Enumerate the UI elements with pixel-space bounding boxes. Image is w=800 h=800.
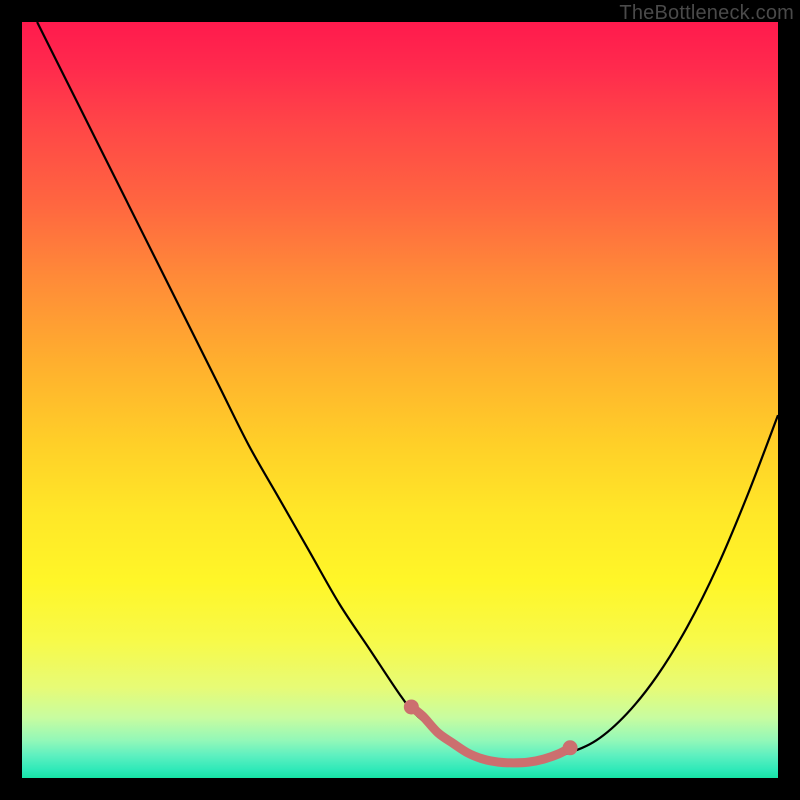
chart-container: TheBottleneck.com [0,0,800,800]
gradient-background [22,22,778,778]
plot-area [22,22,778,778]
